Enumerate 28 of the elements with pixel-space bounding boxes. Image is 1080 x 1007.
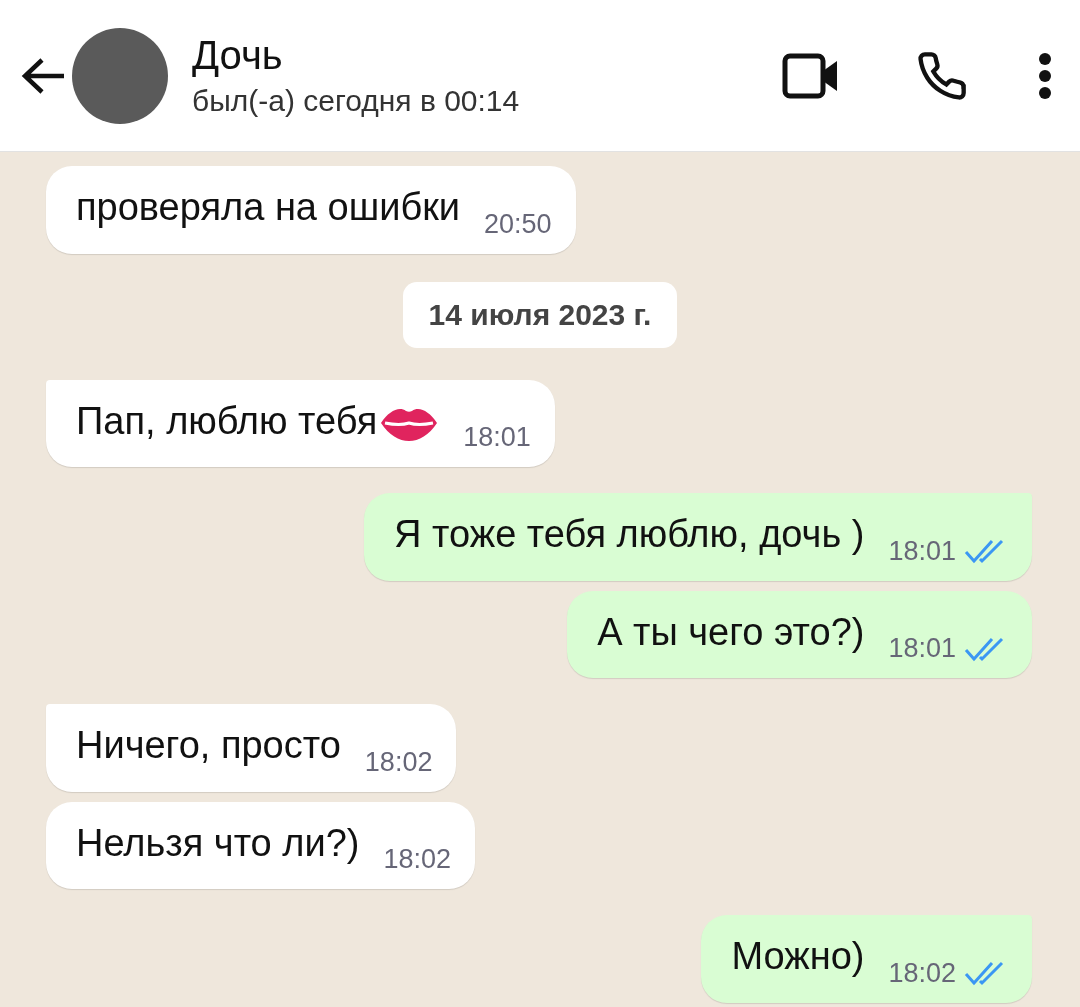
back-arrow-icon[interactable]: [20, 55, 66, 96]
message-text: проверяла на ошибки: [76, 185, 461, 230]
message-time: 18:01: [888, 633, 956, 664]
message-text: Я тоже тебя люблю, дочь ): [394, 512, 865, 557]
message-time: 18:02: [364, 746, 433, 778]
incoming-message-bubble[interactable]: Пап, люблю тебя 18:01: [46, 379, 555, 467]
outgoing-message-bubble[interactable]: Я тоже тебя люблю, дочь ) 18:01: [364, 493, 1032, 581]
message-time: 20:50: [484, 208, 552, 240]
more-options-icon[interactable]: [1038, 51, 1052, 100]
message-time: 18:02: [383, 844, 452, 875]
outgoing-message-bubble[interactable]: А ты чего это?) 18:01: [567, 590, 1032, 678]
incoming-message-bubble[interactable]: Ничего, просто 18:02: [46, 704, 457, 792]
date-separator: 14 июля 2023 г.: [402, 281, 678, 348]
outgoing-message-bubble[interactable]: Можно) 18:02: [701, 915, 1032, 1003]
contact-name: Дочь: [192, 33, 284, 78]
message-time: 18:01: [888, 535, 956, 567]
message-text: А ты чего это?): [597, 609, 865, 655]
incoming-message-bubble[interactable]: проверяла на ошибки 20:50: [46, 166, 576, 254]
message-text: Ничего, просто: [76, 723, 341, 768]
phone-icon[interactable]: [916, 49, 968, 102]
message-text: Можно): [731, 934, 865, 979]
video-call-icon[interactable]: [782, 52, 840, 99]
message-text: Нельзя что ли?): [76, 820, 360, 866]
incoming-message-bubble[interactable]: Нельзя что ли?) 18:02: [46, 801, 476, 889]
message-text: Пап, люблю тебя: [76, 397, 440, 445]
message-time: 18:02: [888, 957, 956, 989]
message-time: 18:01: [463, 422, 531, 453]
last-seen-status: был(-а) сегодня в 00:14: [192, 84, 521, 118]
